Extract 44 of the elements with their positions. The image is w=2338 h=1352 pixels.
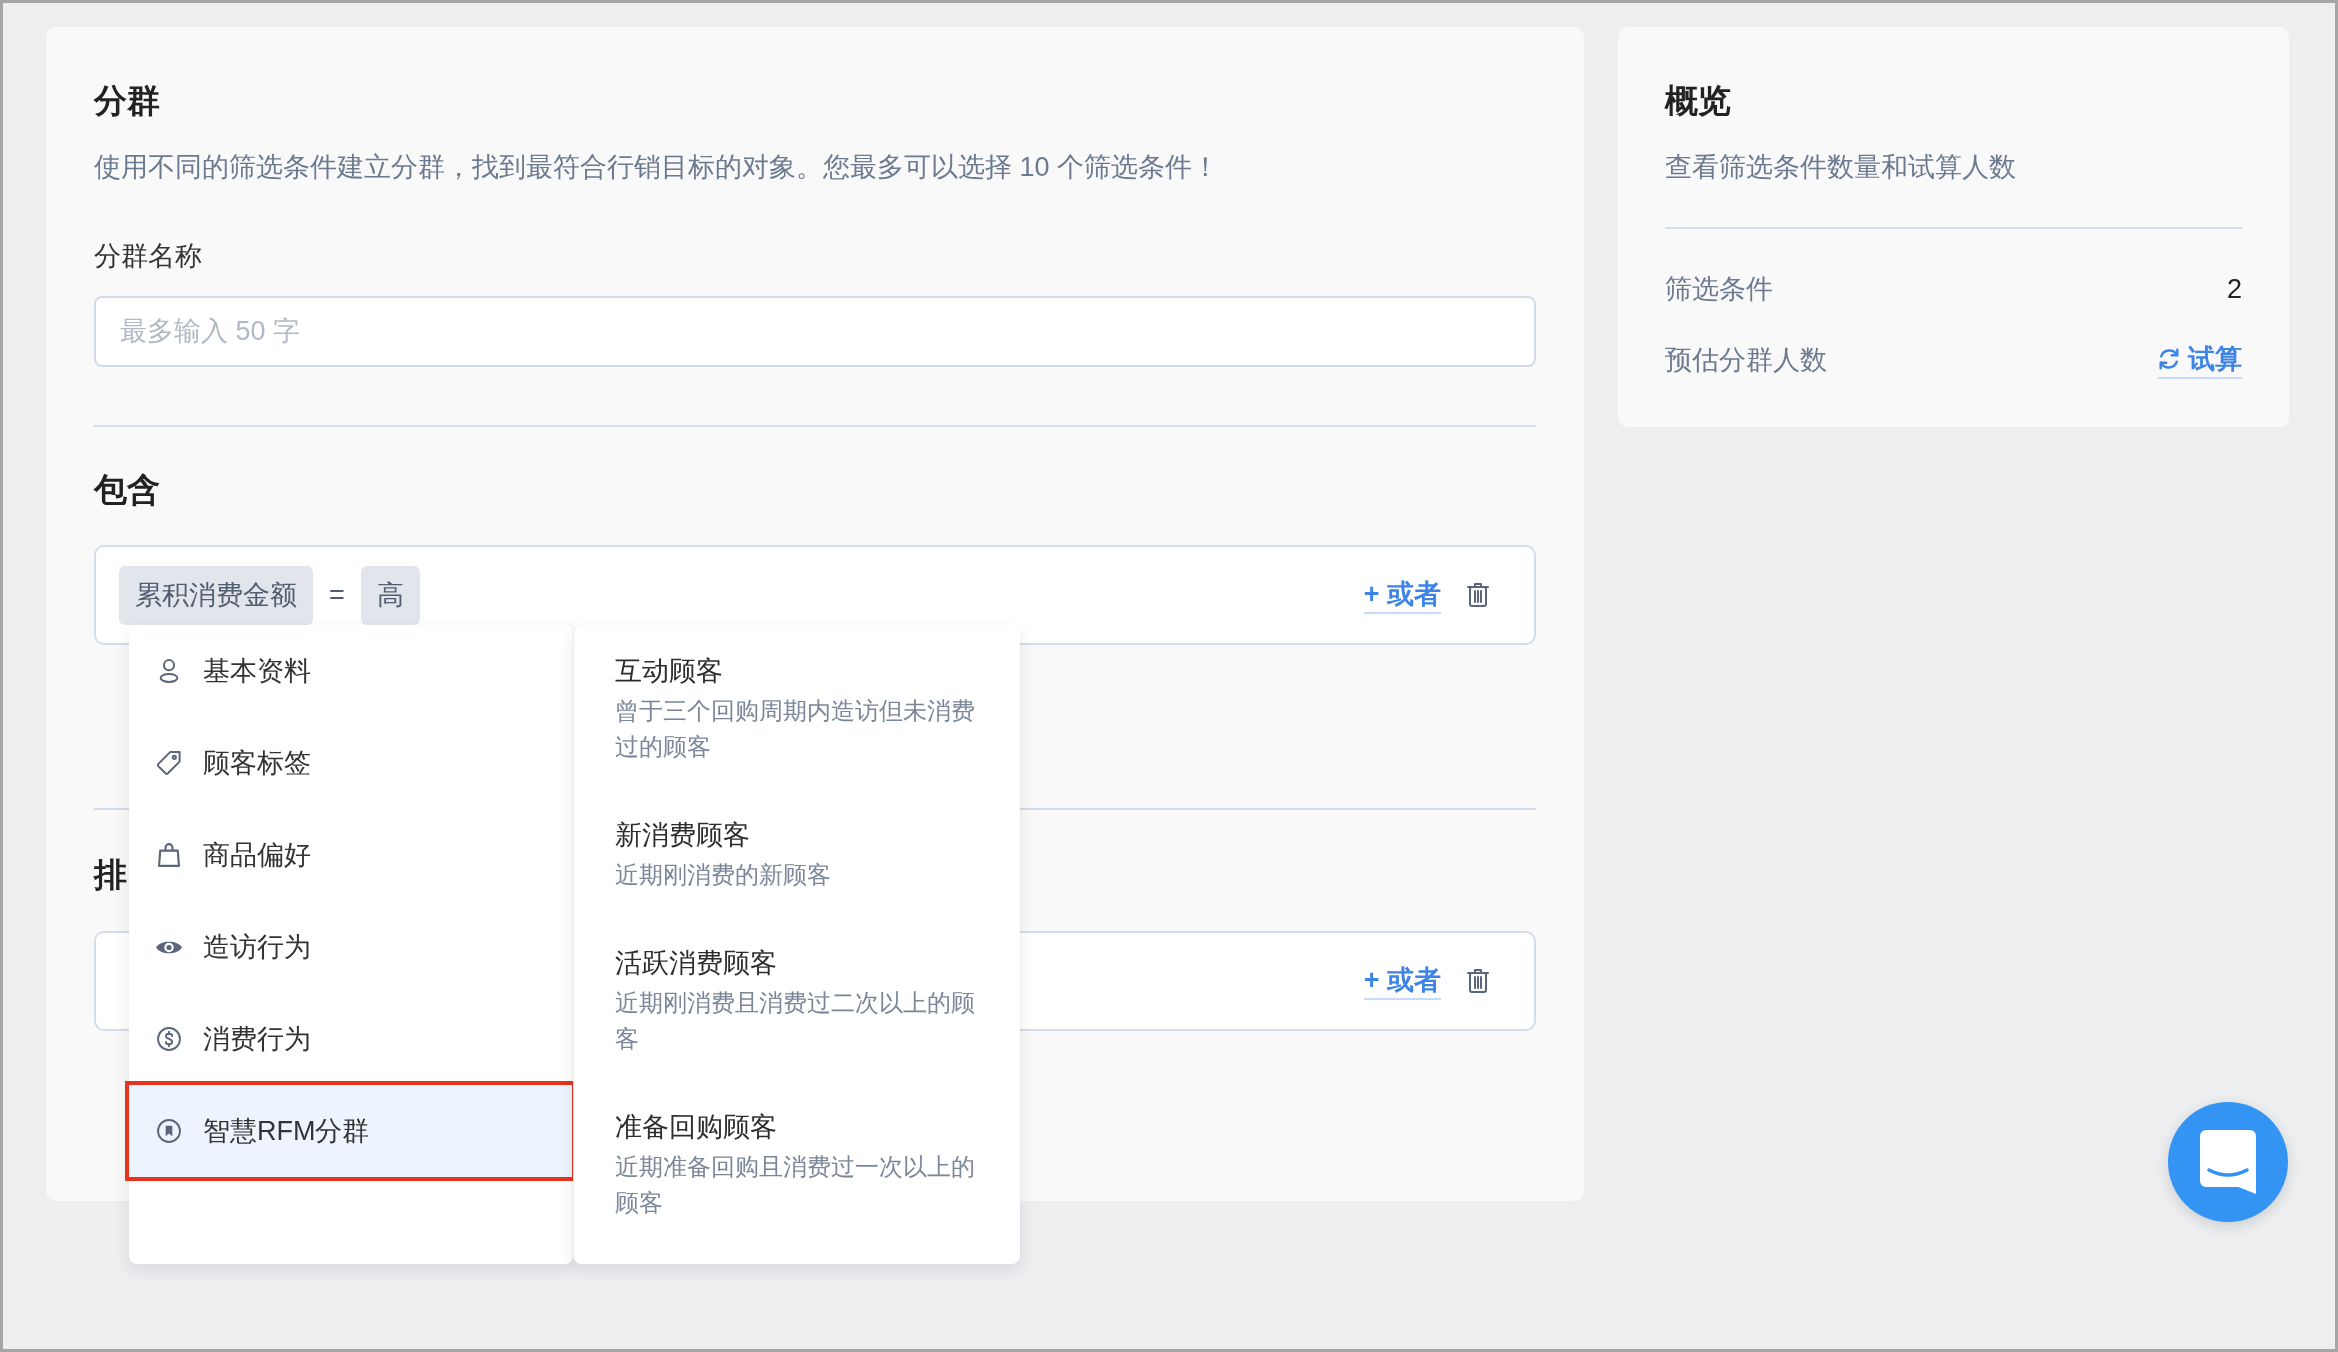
card-title: 分群 (94, 81, 161, 121)
tag-icon (157, 751, 181, 775)
option-title: 互动顾客 (615, 655, 724, 688)
option-title: 新消费顾客 (615, 819, 751, 852)
option-description: 曾于三个回购周期内造访但未消费过的顾客 (615, 696, 976, 762)
category-item[interactable]: 智慧RFM分群 (125, 1081, 576, 1181)
card-title: 概览 (1665, 81, 1732, 121)
stat-label: 筛选条件 (1665, 273, 1773, 306)
shopping-bag-icon (157, 843, 181, 867)
option-title: 准备回购顾客 (615, 1111, 778, 1144)
condition-value[interactable]: 高 (360, 565, 420, 625)
operator-text: = (329, 578, 345, 612)
section-title: 包含 (94, 470, 161, 510)
trash-icon[interactable] (1467, 582, 1489, 608)
eye-icon (156, 939, 182, 955)
category-item[interactable]: 基本资料 (129, 625, 573, 717)
estimate-link[interactable]: 试算 (2158, 341, 2242, 379)
field-label: 分群名称 (94, 240, 203, 273)
stat-label: 预估分群人数 (1665, 344, 1827, 377)
category-item[interactable]: 商品偏好 (129, 809, 573, 901)
option-title: 活跃消费顾客 (615, 947, 778, 980)
category-item[interactable]: 顾客标签 (129, 717, 573, 809)
section-title: 排 (94, 855, 127, 895)
option-item[interactable]: 活跃消费顾客 近期刚消费且消费过二次以上的顾客 (615, 943, 990, 1057)
bookmark-circle-icon (157, 1119, 181, 1143)
card-description: 使用不同的筛选条件建立分群，找到最符合行销目标的对象。您最多可以选择 10 个筛选条件！ (94, 151, 1221, 184)
stat-value: 2 (2226, 273, 2242, 306)
chat-bubble-icon (2200, 1130, 2256, 1194)
person-icon (157, 659, 181, 683)
trash-icon[interactable] (1467, 967, 1489, 994)
option-description: 近期准备回购且消费过一次以上的顾客 (615, 1152, 976, 1218)
option-item[interactable]: 准备回购顾客 近期准备回购且消费过一次以上的顾客 (615, 1107, 990, 1221)
card-description: 查看筛选条件数量和试算人数 (1665, 151, 2017, 184)
condition-field[interactable]: 累积消费金额 (119, 565, 313, 625)
category-item[interactable]: 造访行为 (129, 901, 573, 993)
option-description: 近期刚消费且消费过二次以上的顾客 (615, 988, 976, 1054)
refresh-icon (2158, 348, 2180, 370)
option-item[interactable]: 新消费顾客 近期刚消费的新顾客 (615, 815, 990, 893)
or-link[interactable]: + 或者 (1363, 961, 1441, 1000)
or-link[interactable]: + 或者 (1363, 576, 1441, 614)
option-item[interactable]: 互动顾客 曾于三个回购周期内造访但未消费过的顾客 (615, 651, 990, 765)
text-input[interactable]: 最多输入 50 字 (94, 296, 1536, 367)
option-description: 近期刚消费的新顾客 (615, 860, 832, 890)
dollar-coin-icon (157, 1027, 181, 1051)
